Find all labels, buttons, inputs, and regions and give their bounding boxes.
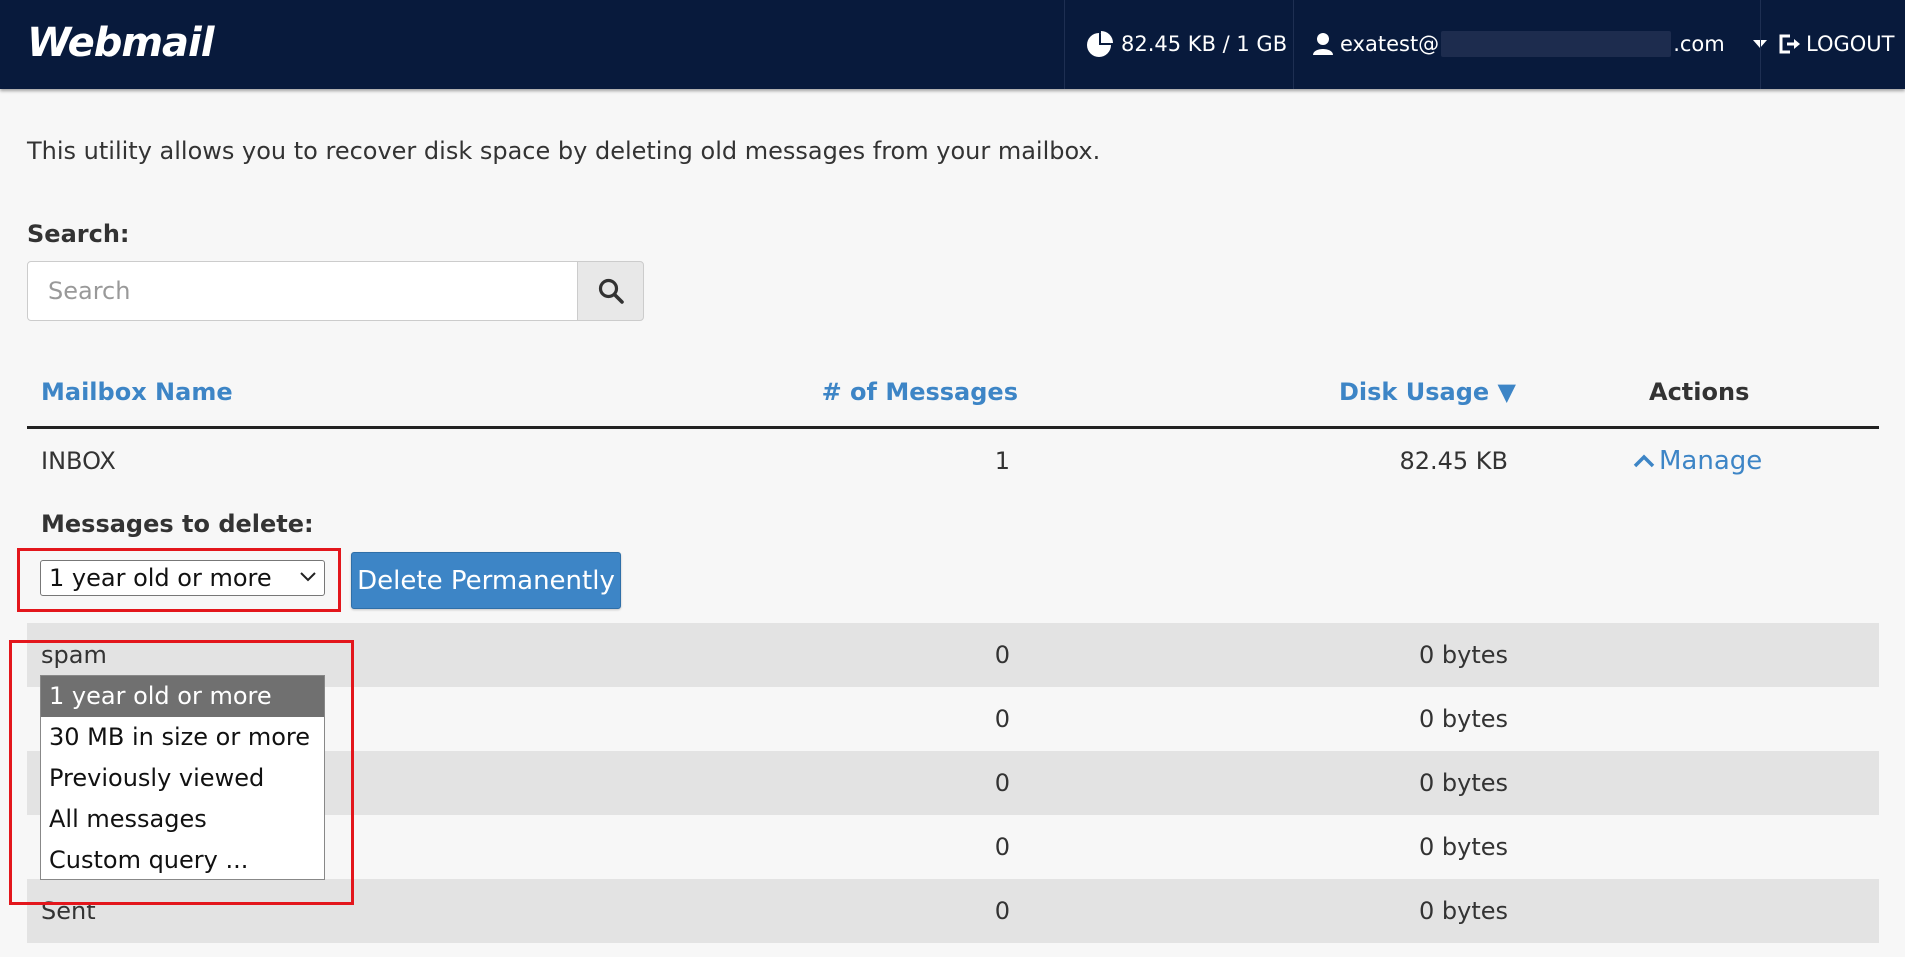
manage-label: Manage xyxy=(1659,446,1763,476)
disk-usage: 0 bytes xyxy=(1418,833,1508,861)
search-button[interactable] xyxy=(577,261,644,321)
message-count: 1 xyxy=(994,447,1010,475)
option-custom-query[interactable]: Custom query ... xyxy=(41,840,324,881)
top-navbar: Webmail 82.45 KB / 1 GB exatest@ .com LO… xyxy=(0,0,1905,89)
column-header-disk-usage[interactable]: Disk Usage ▼ xyxy=(1339,378,1516,406)
column-header-actions: Actions xyxy=(1649,378,1750,406)
logout-icon xyxy=(1779,34,1800,54)
delete-permanently-button[interactable]: Delete Permanently xyxy=(351,552,621,609)
redacted-email-domain xyxy=(1441,31,1672,57)
option-1-year-old[interactable]: 1 year old or more xyxy=(41,676,324,717)
logout-label: LOGOUT xyxy=(1806,32,1895,56)
user-email-suffix: .com xyxy=(1673,32,1725,56)
delete-criteria-select[interactable]: 1 year old or more xyxy=(40,560,325,596)
selected-criteria: 1 year old or more xyxy=(49,564,272,592)
disk-usage: 0 bytes xyxy=(1418,705,1508,733)
message-count: 0 xyxy=(994,833,1010,861)
header-divider xyxy=(1064,0,1065,89)
search-input[interactable] xyxy=(27,261,578,321)
chevron-up-icon xyxy=(1633,454,1655,468)
message-count: 0 xyxy=(994,641,1010,669)
logout-link[interactable]: LOGOUT xyxy=(1778,30,1894,58)
disk-usage: 82.45 KB xyxy=(1399,447,1508,475)
webmail-logo[interactable]: Webmail xyxy=(27,20,214,66)
table-row: INBOX 1 82.45 KB xyxy=(27,429,1879,493)
header-divider xyxy=(1293,0,1294,89)
mailbox-name: Sent xyxy=(41,897,96,925)
delete-criteria-options: 1 year old or more 30 MB in size or more… xyxy=(40,675,325,880)
pie-chart-icon xyxy=(1087,31,1113,57)
user-email-prefix: exatest@ xyxy=(1340,32,1440,56)
table-row: Sent 0 0 bytes xyxy=(27,879,1879,943)
option-all-messages[interactable]: All messages xyxy=(41,799,324,840)
column-header-message-count[interactable]: # of Messages xyxy=(822,378,1018,406)
option-30mb-size[interactable]: 30 MB in size or more xyxy=(41,717,324,758)
messages-to-delete-label: Messages to delete: xyxy=(41,510,314,538)
option-previously-viewed[interactable]: Previously viewed xyxy=(41,758,324,799)
message-count: 0 xyxy=(994,769,1010,797)
disk-usage: 0 bytes xyxy=(1418,769,1508,797)
message-count: 0 xyxy=(994,705,1010,733)
manage-link[interactable]: Manage xyxy=(1633,446,1762,476)
quota-text: 82.45 KB / 1 GB xyxy=(1121,32,1288,56)
column-header-mailbox-name[interactable]: Mailbox Name xyxy=(41,378,233,406)
mailbox-name: spam xyxy=(41,641,107,669)
header-divider xyxy=(1760,0,1761,89)
mailbox-name: INBOX xyxy=(41,447,116,475)
user-icon xyxy=(1313,33,1333,55)
disk-usage: 0 bytes xyxy=(1418,641,1508,669)
message-count: 0 xyxy=(994,897,1010,925)
search-icon xyxy=(598,278,624,304)
chevron-down-icon xyxy=(300,572,316,582)
disk-quota[interactable]: 82.45 KB / 1 GB xyxy=(1085,30,1287,58)
user-menu[interactable]: exatest@ .com xyxy=(1312,30,1767,58)
disk-usage: 0 bytes xyxy=(1418,897,1508,925)
search-label: Search: xyxy=(27,220,130,248)
intro-text: This utility allows you to recover disk … xyxy=(27,137,1101,165)
